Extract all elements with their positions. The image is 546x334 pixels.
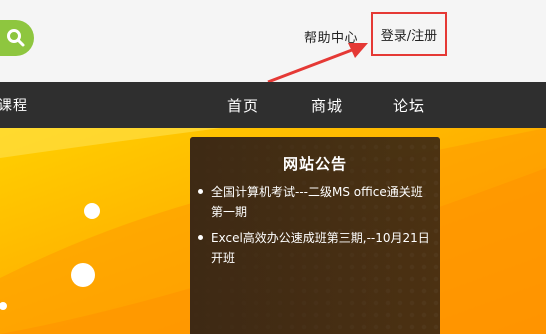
notice-item[interactable]: 全国计算机考试---二级MS office通关班 第一期 bbox=[198, 182, 430, 222]
login-register-label: 登录/注册 bbox=[380, 28, 438, 44]
notice-title: 网站公告 bbox=[282, 155, 347, 173]
login-register-link[interactable]: 登录/注册 bbox=[371, 12, 447, 56]
nav-item-mall[interactable]: 商城 bbox=[311, 95, 343, 116]
help-center-link[interactable]: 帮助中心 bbox=[304, 27, 358, 46]
nav-item-courses[interactable]: 课程 bbox=[0, 95, 28, 115]
top-header: 帮助中心 登录/注册 bbox=[0, 0, 546, 82]
hero-banner: 网站公告 全国计算机考试---二级MS office通关班 第一期 Excel高… bbox=[0, 128, 546, 334]
site-notice-panel: 网站公告 全国计算机考试---二级MS office通关班 第一期 Excel高… bbox=[190, 137, 440, 334]
notice-list: 全国计算机考试---二级MS office通关班 第一期 Excel高效办公速成… bbox=[198, 182, 430, 274]
search-button[interactable] bbox=[0, 20, 34, 56]
search-icon bbox=[7, 29, 25, 47]
nav-item-home[interactable]: 首页 bbox=[227, 95, 259, 116]
nav-item-forum[interactable]: 论坛 bbox=[393, 95, 425, 116]
main-nav: 课程 首页 商城 论坛 bbox=[0, 82, 546, 128]
notice-item[interactable]: Excel高效办公速成班第三期,--10月21日开班 bbox=[198, 228, 430, 268]
